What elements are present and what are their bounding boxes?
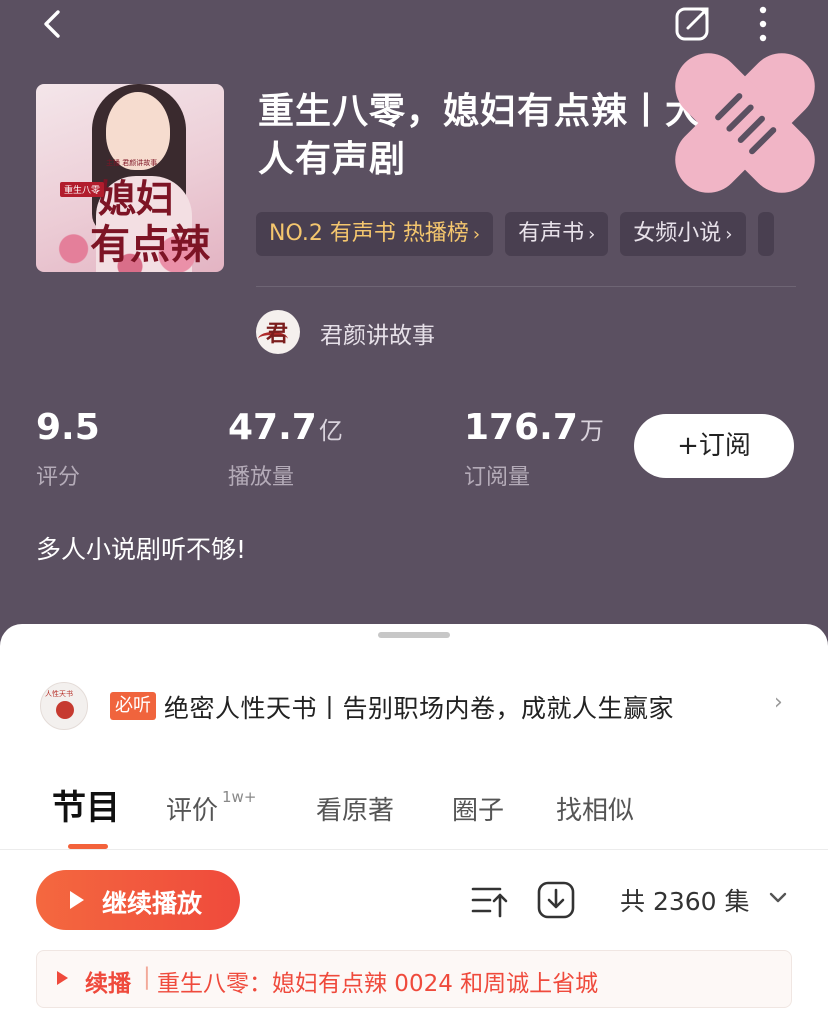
avatar-mark: 君颜 [266,321,289,354]
chevron-left-icon [44,10,60,38]
author-name[interactable]: 君颜讲故事 [320,316,435,350]
chip-label: 有声书 [518,221,585,246]
author-avatar[interactable]: 君颜 [256,310,300,354]
album-intro: 多人小说剧听不够! [36,535,247,564]
episode-sheet: 人性天书 必听 绝密人性天书丨告别职场内卷，成就人生赢家 › 节目 评价 1w+ … [0,624,828,1023]
category-chips: NO.2 有声书 热播榜 › 有声书 › 女频小说 › [256,212,774,256]
chip-audiobook[interactable]: 有声书 › [505,212,609,256]
album-cover[interactable]: 主播 君颜讲故事 媳妇 有点辣 重生八零 [36,84,224,272]
tab-bar: 节目 评价 1w+ 看原著 圈子 找相似 [0,776,828,850]
cover-side-text: 主播 君颜讲故事 [106,159,158,167]
promo-icon-text: 人性天书 [45,690,73,698]
review-count-badge: 1w+ [222,788,257,806]
back-button[interactable] [36,6,72,42]
sort-button[interactable] [470,882,510,922]
stat-label: 订阅量 [464,465,531,490]
tab-similar[interactable]: 找相似 [556,790,634,827]
chevron-right-icon: › [588,224,596,245]
stat-label: 播放量 [228,465,295,490]
play-icon [70,891,84,909]
promo-text: 绝密人性天书丨告别职场内卷，成就人生赢家 [164,694,675,723]
chevron-down-icon[interactable] [766,886,790,910]
play-icon [57,971,68,985]
resume-bar[interactable]: 续播 | 重生八零：媳妇有点辣 0024 和周诚上省城 [36,950,792,1008]
sheet-drag-handle[interactable] [378,632,450,638]
promo-book-icon: 人性天书 [40,682,88,730]
resume-separator: | [143,964,151,990]
cover-tag: 重生八零 [60,182,105,197]
tab-active-indicator [68,844,108,849]
tab-reviews[interactable]: 评价 1w+ [166,788,257,827]
resume-episode-title: 重生八零：媳妇有点辣 0024 和周诚上省城 [157,971,599,997]
chevron-right-icon: › [725,224,733,245]
stat-subscriptions: 176.7万 订阅量 [464,406,604,491]
episode-count[interactable]: 共 2360 集 [620,882,750,918]
stat-rating: 9.5 评分 [36,406,102,491]
continue-play-button[interactable]: 继续播放 [36,870,240,930]
divider [256,286,796,287]
promo-icon-emblem [56,701,74,719]
share-icon [675,7,709,41]
chip-rank[interactable]: NO.2 有声书 热播榜 › [256,212,494,256]
share-button[interactable] [674,4,712,42]
stat-plays: 47.7亿 播放量 [228,406,343,491]
chip-label: NO.2 有声书 热播榜 [269,221,469,246]
tab-original-book[interactable]: 看原著 [316,790,394,827]
tab-circle[interactable]: 圈子 [452,790,504,827]
resume-keyword: 续播 [85,971,131,997]
stat-value: 9.5 [36,407,100,448]
chip-female-novel[interactable]: 女频小说 › [620,212,746,256]
bandage-sticker-icon [675,53,815,193]
download-icon [537,881,575,919]
stat-label: 评分 [36,465,81,490]
chevron-right-icon: › [472,224,481,245]
promo-banner[interactable]: 人性天书 必听 绝密人性天书丨告别职场内卷，成就人生赢家 › [40,682,800,730]
stat-value: 47.7亿 [228,407,343,448]
sort-icon [471,887,508,918]
download-button[interactable] [536,880,576,920]
play-label: 继续播放 [102,889,203,918]
chip-label: 女频小说 [633,221,722,246]
chip-overflow[interactable] [757,212,774,256]
cover-title-line2: 有点辣 [90,221,210,268]
chevron-right-icon: › [774,690,783,715]
tab-episodes[interactable]: 节目 [52,780,120,829]
stat-value: 176.7万 [464,407,604,448]
subscribe-button[interactable]: +订阅 [634,414,794,478]
promo-badge: 必听 [110,692,156,720]
